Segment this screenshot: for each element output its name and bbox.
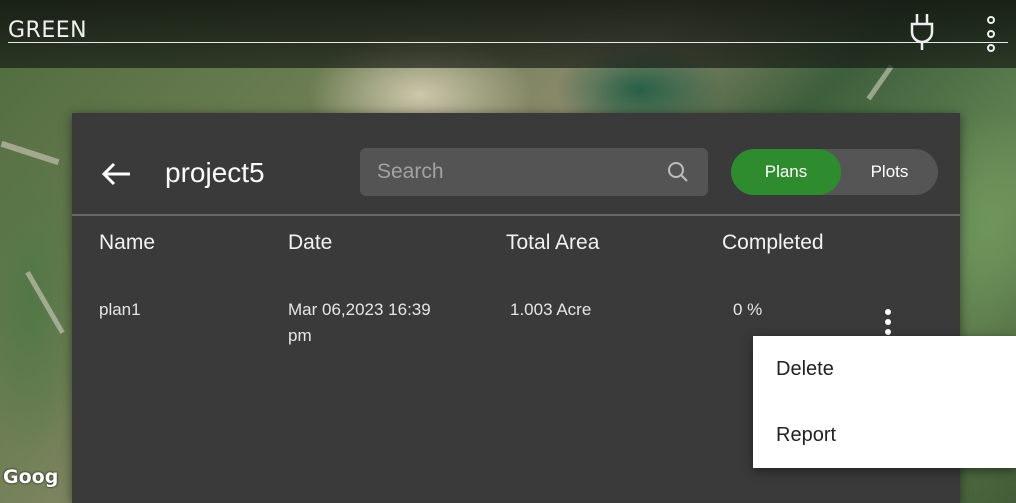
- cell-date-line: Mar 06,2023 16:39: [288, 300, 431, 319]
- header-divider: [72, 214, 960, 216]
- cell-date: Mar 06,2023 16:39 pm: [288, 297, 431, 349]
- search-input[interactable]: [360, 148, 667, 196]
- cell-date-suffix: pm: [288, 326, 312, 345]
- cell-area: 1.003 Acre: [510, 300, 592, 319]
- arrow-left-icon[interactable]: [100, 159, 134, 189]
- column-header-name: Name: [99, 231, 156, 254]
- plug-icon[interactable]: [908, 12, 936, 52]
- menu-item-report[interactable]: Report: [776, 402, 836, 468]
- map-attribution: Goog: [3, 466, 59, 488]
- tab-plots[interactable]: Plots: [841, 149, 938, 195]
- app-bar-divider: [8, 42, 1008, 43]
- more-vert-icon[interactable]: [980, 14, 1002, 54]
- plans-plots-toggle: Plans Plots: [731, 149, 938, 195]
- project-title: project5: [165, 157, 265, 188]
- column-header-date: Date: [288, 231, 333, 254]
- tab-plans[interactable]: Plans: [731, 149, 841, 195]
- map-road: [0, 140, 60, 166]
- menu-item-delete[interactable]: Delete: [776, 336, 834, 402]
- cell-completed: 0 %: [733, 300, 763, 319]
- app-title: GREEN: [8, 18, 88, 43]
- map-road: [866, 64, 894, 101]
- app-bar: GREEN: [0, 0, 1016, 68]
- cell-name: plan1: [99, 300, 141, 319]
- search-box: [360, 148, 708, 196]
- search-icon[interactable]: [666, 160, 690, 184]
- map-road: [25, 270, 65, 335]
- column-header-total-area: Total Area: [506, 231, 600, 254]
- column-header-completed: Completed: [722, 231, 824, 254]
- row-context-menu: Delete Report: [753, 336, 1016, 468]
